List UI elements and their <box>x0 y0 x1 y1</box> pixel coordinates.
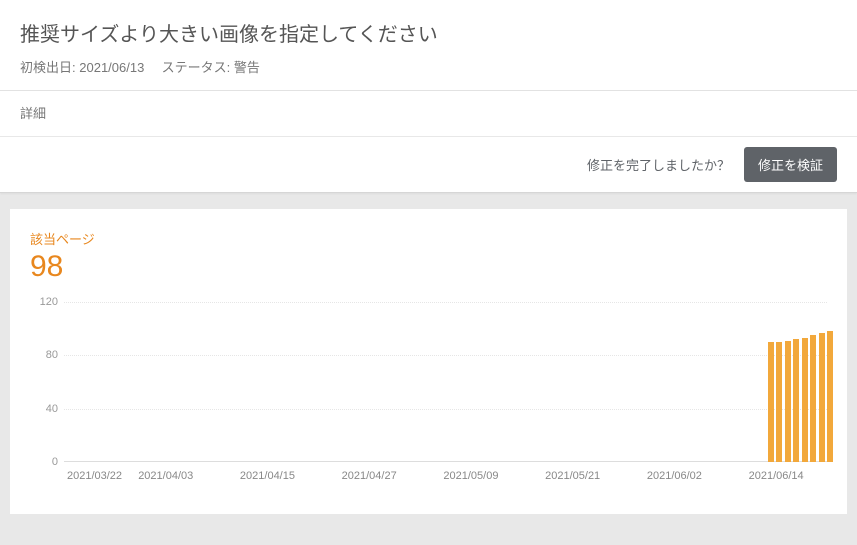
chart-bars <box>64 302 827 462</box>
status-value: 警告 <box>234 60 260 75</box>
chart-x-tick: 2021/05/09 <box>443 470 498 482</box>
chart: 04080120 2021/03/222021/04/032021/04/152… <box>30 302 827 502</box>
status-label: ステータス: <box>162 60 231 75</box>
chart-x-tick: 2021/05/21 <box>545 470 600 482</box>
chart-bar[interactable] <box>810 335 816 462</box>
chart-bar[interactable] <box>827 331 833 462</box>
chart-y-tick: 120 <box>30 296 58 308</box>
page-title: 推奨サイズより大きい画像を指定してください <box>20 18 837 47</box>
chart-x-labels: 2021/03/22 2021/04/03 2021/04/15 2021/04/27… <box>64 470 827 490</box>
details-link[interactable]: 詳細 <box>20 106 46 121</box>
action-question: 修正を完了しましたか？ <box>587 155 730 174</box>
chart-y-tick: 80 <box>30 349 58 361</box>
chart-bar[interactable] <box>785 341 791 462</box>
chart-x-tick: 2021/04/15 <box>240 470 295 482</box>
chart-bar[interactable] <box>802 338 808 462</box>
metric-value: 98 <box>30 250 827 284</box>
details-row: 詳細 <box>0 91 857 137</box>
meta-row: 初検出日: 2021/06/13 ステータス: 警告 <box>20 57 837 76</box>
chart-bar[interactable] <box>819 333 825 462</box>
chart-x-tick: 2021/04/27 <box>342 470 397 482</box>
chart-bar[interactable] <box>768 342 774 462</box>
chart-card: 該当ページ 98 04080120 2021/03/222021/04/0320… <box>10 209 847 514</box>
detected-label: 初検出日: <box>20 60 76 75</box>
chart-x-tick: 2021/06/02 <box>647 470 702 482</box>
metric-label: 該当ページ <box>30 229 827 248</box>
action-row: 修正を完了しましたか？ 修正を検証 <box>0 137 857 193</box>
chart-bar[interactable] <box>793 339 799 462</box>
detected-value: 2021/06/13 <box>79 60 144 75</box>
validate-fix-button[interactable]: 修正を検証 <box>744 147 837 182</box>
chart-y-tick: 40 <box>30 403 58 415</box>
chart-y-tick: 0 <box>30 456 58 468</box>
chart-x-tick: 2021/03/22 <box>67 470 122 482</box>
header-card: 推奨サイズより大きい画像を指定してください 初検出日: 2021/06/13 ス… <box>0 0 857 91</box>
chart-x-tick: 2021/06/14 <box>749 470 804 482</box>
chart-x-tick: 2021/04/03 <box>138 470 193 482</box>
chart-bar[interactable] <box>776 342 782 462</box>
